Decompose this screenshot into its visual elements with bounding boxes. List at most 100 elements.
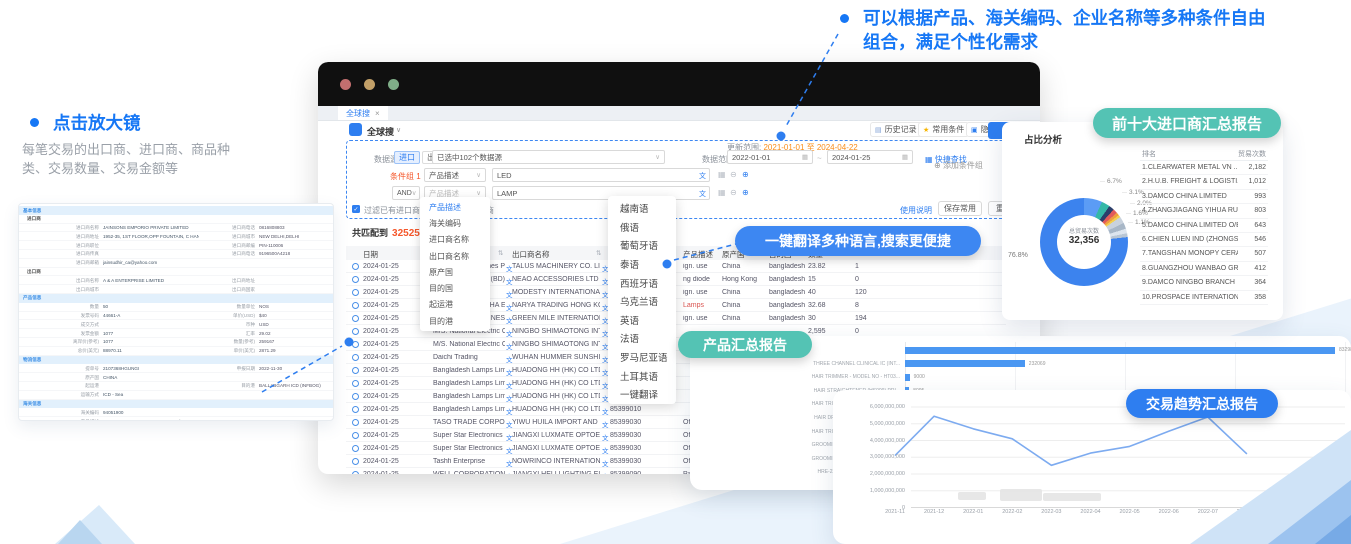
translate-icon[interactable]: 文 — [602, 419, 609, 429]
field-dropdown-option[interactable]: 进口商名称 — [420, 232, 490, 248]
logic-operator-select[interactable]: AND ∨ — [392, 186, 420, 200]
donut-center-value: 32,356 — [1040, 235, 1128, 246]
remove-condition-icon[interactable]: ⊖ — [730, 188, 737, 197]
cell-quantity: 23.82 — [808, 263, 848, 270]
col-date[interactable]: 日期 — [363, 249, 378, 260]
language-option[interactable]: 俄语 — [608, 218, 676, 237]
field-dropdown-option[interactable]: 起运港 — [420, 297, 490, 313]
rank-trade-count: 546 — [1254, 236, 1266, 243]
magnifier-icon[interactable] — [352, 354, 359, 361]
field-dropdown-option[interactable]: 出口商名称 — [420, 248, 490, 264]
translate-icon[interactable]: 文 — [602, 406, 609, 416]
cell-exporter: HUADONG HH (HK) CO LTD. U — [512, 367, 600, 374]
cell-origin: Hong Kong — [722, 276, 767, 283]
translate-icon[interactable]: 文 — [602, 458, 609, 468]
cell-origin: China — [722, 302, 767, 309]
detail-label-1: 数量 — [21, 304, 99, 310]
detail-label-1: 进口商地址 — [21, 234, 99, 240]
magnifier-icon[interactable] — [352, 406, 359, 413]
col-exporter[interactable]: 出口商名称 — [512, 249, 550, 260]
common-conditions-button[interactable]: ★ 常用条件 — [918, 122, 969, 137]
rank-row: 7.TANGSHAN MONOPY CERA... 507 — [1140, 247, 1268, 261]
field-dropdown-option[interactable]: 目的国 — [420, 280, 490, 296]
add-group-button[interactable]: ⊕ 添加条件组 — [934, 160, 983, 171]
detail-label-1: 进口商 — [27, 216, 147, 222]
bar — [905, 360, 1025, 367]
language-option[interactable]: 一键翻译 — [608, 385, 676, 404]
language-option[interactable]: 罗马尼亚语 — [608, 348, 676, 367]
field-dropdown-option[interactable]: 目的港 — [420, 313, 490, 329]
magnifier-icon[interactable] — [352, 393, 359, 400]
redacted-legend — [958, 492, 986, 500]
maximize-window-icon[interactable] — [388, 79, 399, 90]
field-dropdown-option[interactable]: 产品描述 — [420, 199, 490, 215]
add-condition-icon[interactable]: ⊕ — [742, 188, 749, 197]
magnifier-icon[interactable] — [352, 445, 359, 452]
remove-condition-icon[interactable]: ⊖ — [730, 170, 737, 179]
bar — [905, 374, 910, 381]
language-option[interactable]: 法语 — [608, 329, 676, 348]
translate-icon[interactable]: 文 — [602, 432, 609, 442]
language-option[interactable]: 乌克兰语 — [608, 292, 676, 311]
close-window-icon[interactable] — [340, 79, 351, 90]
rank-row: 10.PROSPACE INTERNATIONA... 358 — [1140, 291, 1268, 305]
grid-options-icon[interactable]: ▦ — [718, 170, 726, 179]
language-option[interactable]: 土耳其语 — [608, 366, 676, 385]
language-option[interactable]: 西班牙语 — [608, 273, 676, 292]
callout-magnifier-desc-line1: 每笔交易的出口商、进口商、商品种 — [22, 140, 322, 159]
language-option[interactable]: 葡萄牙语 — [608, 236, 676, 255]
magnifier-icon[interactable] — [352, 419, 359, 426]
badge-product-summary-report: 产品汇总报告 — [678, 331, 812, 358]
import-toggle[interactable]: 进口 — [394, 151, 420, 164]
cell-exporter: WUHAN HUMMER SUNSHINE T — [512, 354, 600, 361]
keyword-input-2[interactable]: LAMP — [492, 186, 710, 200]
magnifier-icon[interactable] — [352, 263, 359, 270]
translate-icon[interactable]: 文 — [699, 189, 706, 199]
col-product[interactable]: 产品描述 — [683, 249, 713, 260]
save-common-button[interactable]: 保存常用 — [938, 201, 982, 216]
filter-importers-checkbox[interactable]: ✓ — [352, 205, 360, 213]
magnifier-icon[interactable] — [352, 289, 359, 296]
language-option[interactable]: 泰语 — [608, 255, 676, 274]
usage-help-link[interactable]: 使用说明 — [900, 205, 932, 216]
translate-icon[interactable]: 文 — [602, 445, 609, 455]
translate-icon[interactable]: 文 — [602, 471, 609, 475]
field-dropdown-option[interactable]: 原产国 — [420, 264, 490, 280]
detail-row: 进口商邮箱 jainsudhir_ca@yahoo.com — [19, 259, 333, 268]
sort-icon[interactable]: ⇅ — [498, 249, 503, 257]
language-option[interactable]: 英语 — [608, 311, 676, 330]
detail-label-2: 目的港 — [203, 383, 255, 389]
tab-global-search[interactable]: 全球搜 × — [338, 106, 388, 120]
magnifier-icon[interactable] — [352, 380, 359, 387]
sort-icon[interactable]: ⇅ — [596, 249, 601, 257]
add-condition-icon[interactable]: ⊕ — [742, 170, 749, 179]
minimize-window-icon[interactable] — [364, 79, 375, 90]
date-to-input[interactable]: 2024-01-25 ▦ — [827, 150, 913, 164]
keyword-input-1[interactable]: LED — [492, 168, 710, 182]
magnifier-icon[interactable] — [352, 432, 359, 439]
grid-options-icon[interactable]: ▦ — [718, 188, 726, 197]
field-select-1[interactable]: 产品描述 ∨ — [424, 168, 486, 182]
magnifier-icon[interactable] — [352, 458, 359, 465]
language-option[interactable]: 越南语 — [608, 199, 676, 218]
cell-exporter: NINGBO SHIMAOTONG INTER — [512, 328, 600, 335]
field-dropdown-option[interactable]: 海关编码 — [420, 215, 490, 231]
detail-row: 进口商 — [19, 215, 333, 224]
magnifier-icon[interactable] — [352, 471, 359, 475]
calendar-icon: ▦ — [802, 153, 808, 161]
magnifier-icon[interactable] — [352, 315, 359, 322]
date-from-input[interactable]: 2022-01-01 ▦ — [727, 150, 813, 164]
chevron-down-icon[interactable]: ∨ — [396, 126, 401, 134]
magnifier-icon[interactable] — [352, 276, 359, 283]
translate-icon[interactable]: 文 — [699, 171, 706, 181]
magnifier-icon[interactable] — [352, 302, 359, 309]
history-button[interactable]: ▤ 历史记录 — [870, 122, 922, 137]
magnifier-icon[interactable] — [352, 341, 359, 348]
close-icon[interactable]: × — [375, 109, 380, 118]
cell-date: 2024-01-25 — [363, 328, 419, 335]
badge-label: 交易趋势汇总报告 — [1146, 394, 1258, 414]
datasource-select[interactable]: 已选中102个数据源 ∨ — [432, 150, 665, 164]
magnifier-icon[interactable] — [352, 367, 359, 374]
detail-label-2: 进口商电话 — [203, 251, 255, 257]
magnifier-icon[interactable] — [352, 328, 359, 335]
